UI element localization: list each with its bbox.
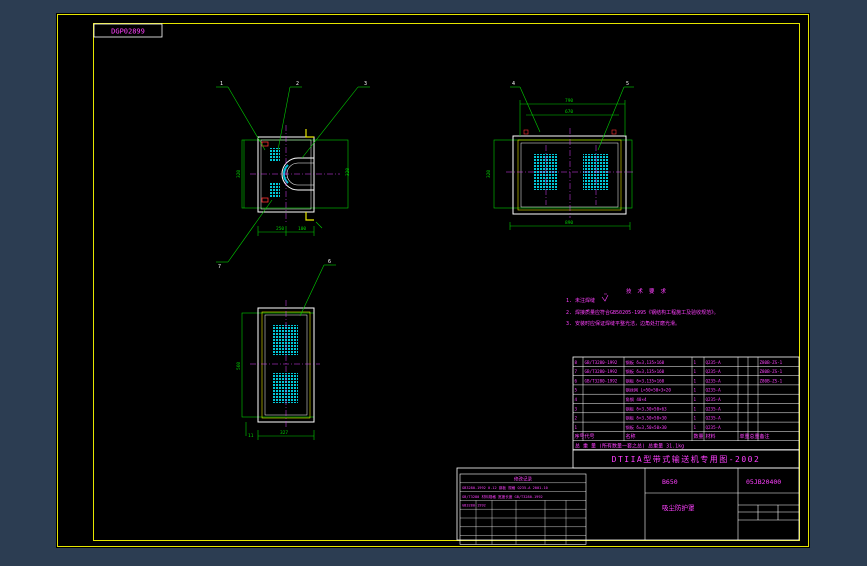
revision-title: 修改记录 (514, 475, 532, 482)
parts-cell: Q235-A (706, 378, 722, 383)
parts-header-cell: 材料 (706, 433, 716, 440)
title-model: B650 (662, 478, 678, 486)
revision-row: GB/T3280 材料规格 宽度长度 GB/T3280-1992 (462, 494, 543, 499)
svg-text:250: 250 (276, 226, 284, 232)
parts-cell: GB/T3280-1992 (585, 360, 618, 365)
callout-5: 5 (626, 81, 629, 87)
code-box-label: DGP02899 (111, 28, 145, 36)
mesh-patch (272, 325, 298, 355)
parts-cell: Z80B-ZS-1 (760, 360, 783, 365)
svg-text:320: 320 (345, 168, 351, 176)
svg-text:890: 890 (565, 220, 573, 226)
revision-row: GB3280-1992 0.12 钢板 规格 Q235-A 2001-10 (462, 485, 548, 490)
revision-row: GB3280-1992 (462, 504, 486, 508)
title-drawing-no: 05JB20400 (746, 478, 781, 486)
callout-3: 3 (364, 81, 367, 87)
parts-header-cell: 序号 (575, 433, 585, 440)
note-2: 2. 焊接质量应符合GB50205-1995《钢结构工程施工及验收规范》。 (566, 309, 719, 316)
callout-1: 1 (220, 81, 223, 87)
svg-text:320: 320 (236, 170, 242, 178)
cad-viewport: DGP02899 250 100 320 320 1 2 3 7 790 670… (0, 0, 867, 562)
parts-cell: Q235-A (706, 416, 722, 421)
svg-text:100: 100 (298, 226, 306, 232)
parts-header-cell: 单重 (740, 433, 750, 440)
parts-cell: 钢板 δ=3,50×50×30 (626, 424, 668, 431)
parts-cell: 钢板 δ=3,50×50×30 (626, 415, 668, 422)
mesh-patch (270, 148, 280, 162)
svg-text:790: 790 (565, 98, 573, 104)
parts-cell: Q235-A (706, 360, 722, 365)
callout-7: 7 (218, 264, 221, 270)
svg-text:327: 327 (280, 430, 288, 436)
parts-summary-row: 总 重 量 (所有数量一套之总) 总重量 31.1kg (575, 443, 684, 450)
parts-header-cell: 总重 (750, 433, 760, 440)
svg-text:560: 560 (236, 362, 242, 370)
note-1: 1. 未注焊缝 (566, 297, 595, 304)
mesh-patch (270, 183, 280, 197)
title-drawing-name: 吸尘防护罩 (662, 503, 695, 512)
parts-cell: 角钢 40×4 (626, 396, 647, 403)
svg-text:320: 320 (486, 170, 492, 178)
parts-cell: 钢板 δ=3,135×160 (626, 359, 665, 366)
svg-text:670: 670 (565, 109, 573, 115)
parts-header-cell: 备注 (760, 433, 770, 440)
parts-cell: Z80B-ZS-1 (760, 378, 783, 383)
parts-cell: Q235-A (706, 388, 722, 393)
parts-cell: Q235-A (706, 369, 722, 374)
mesh-patch (272, 373, 298, 403)
parts-cell: Q235-A (706, 406, 722, 411)
parts-header-cell: 代号 (585, 433, 595, 440)
callout-4: 4 (512, 81, 515, 87)
parts-cell: 钢板 δ=3,135×160 (626, 368, 665, 375)
parts-cell: Z80B-ZS-1 (760, 369, 783, 374)
drawing-sheet: DGP02899 250 100 320 320 1 2 3 7 790 670… (56, 13, 810, 548)
parts-cell: 钢丝网 L=50×50×3×20 (626, 387, 672, 394)
parts-header-cell: 名称 (626, 433, 636, 440)
parts-cell: 钢板 δ=3,50×50×63 (626, 405, 668, 412)
parts-cell: GB/T3280-1992 (585, 369, 618, 374)
parts-cell: GB/T3280-1992 (585, 378, 618, 383)
parts-cell: Q235-A (706, 425, 722, 430)
parts-cell: Q235-A (706, 397, 722, 402)
notes-title: 技术要求 (626, 287, 672, 295)
parts-header-cell: 数量 (694, 433, 704, 440)
callout-6: 6 (328, 259, 331, 265)
svg-text:11: 11 (248, 433, 254, 439)
note-3: 3. 安装时应保证焊缝平整光洁，边角处打磨光滑。 (566, 320, 680, 327)
title-headline: DTIIA型带式输送机专用图-2002 (612, 454, 761, 464)
callout-2: 2 (296, 81, 299, 87)
parts-cell: 钢板 δ=3,135×160 (626, 377, 665, 384)
